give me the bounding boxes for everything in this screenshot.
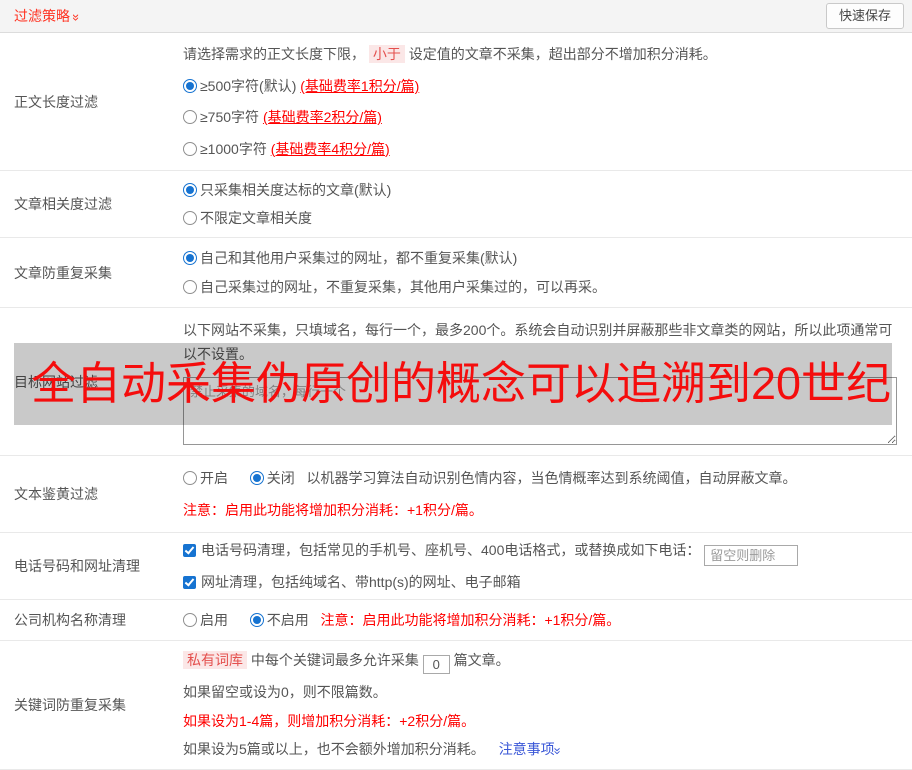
keyword-dedup-line3: 如果设为1-4篇，则增加积分消耗：+2积分/篇。 bbox=[183, 712, 476, 729]
line1-suffix: 篇文章。 bbox=[453, 651, 510, 668]
keyword-dedup-label: 关键词防重复采集 bbox=[14, 697, 126, 713]
checkbox-url-clean[interactable] bbox=[183, 576, 196, 590]
option-label: 自己和其他用户采集过的网址，都不重复采集(默认) bbox=[200, 249, 518, 266]
filter-strategy-header: 过滤策略» 快速保存 bbox=[0, 0, 912, 33]
option-label: ≥500字符(默认) bbox=[200, 77, 297, 94]
radio-1000-chars[interactable] bbox=[183, 141, 197, 156]
company-clean-label: 公司机构名称清理 bbox=[14, 612, 126, 628]
porn-filter-description: 以机器学习算法自动识别色情内容，当色情概率达到系统阈值，自动屏蔽文章。 bbox=[306, 470, 797, 486]
length-filter-label: 正文长度过滤 bbox=[14, 93, 98, 110]
quick-save-button[interactable]: 快速保存 bbox=[825, 3, 904, 29]
row-site-filter: 目标网站过滤 以下网站不采集，只填域名，每行一个，最多200个。系统会自动识别并… bbox=[0, 308, 912, 456]
private-thesaurus-link[interactable]: 私有词库 bbox=[183, 650, 247, 669]
max-articles-input[interactable] bbox=[422, 654, 450, 674]
option-label: ≥1000字符 bbox=[200, 140, 267, 157]
option-label: 只采集相关度达标的文章(默认) bbox=[200, 181, 392, 198]
porn-filter-options: 开启 关闭 以机器学习算法自动识别色情内容，当色情概率达到系统阈值，自动屏蔽文章… bbox=[183, 468, 896, 488]
page-title: 过滤策略 bbox=[14, 8, 70, 24]
notes-link[interactable]: 注意事项» bbox=[498, 741, 566, 758]
relevance-option-strict: 只采集相关度达标的文章(默认) bbox=[183, 180, 896, 200]
length-filter-intro: 请选择需求的正文长度下限， 小于 设定值的文章不采集，超出部分不增加积分消耗。 bbox=[183, 44, 896, 64]
keyword-dedup-line2: 如果留空或设为0，则不限篇数。 bbox=[183, 684, 387, 701]
option-label: 关闭 bbox=[266, 470, 295, 486]
less-than-highlight: 小于 bbox=[368, 45, 405, 64]
option-label: 不限定文章相关度 bbox=[200, 210, 312, 227]
radio-porn-on[interactable] bbox=[183, 471, 197, 485]
keyword-dedup-line4: 如果设为5篇或以上，也不会额外增加积分消耗。 注意事项» bbox=[183, 739, 896, 760]
company-clean-options: 启用 不启用 注意：启用此功能将增加积分消耗：+1积分/篇。 bbox=[183, 610, 896, 630]
option-label: 开启 bbox=[200, 470, 228, 486]
line4-text: 如果设为5篇或以上，也不会额外增加积分消耗。 bbox=[183, 741, 485, 758]
porn-filter-note: 注意：启用此功能将增加积分消耗：+1积分/篇。 bbox=[183, 502, 483, 518]
option-label: ≥750字符 bbox=[200, 109, 260, 126]
replace-phone-input[interactable] bbox=[704, 544, 799, 566]
row-dedup-filter: 文章防重复采集 自己和其他用户采集过的网址，都不重复采集(默认) 自己采集过的网… bbox=[0, 238, 912, 308]
keyword-dedup-line1: 私有词库 中每个关键词最多允许采集 篇文章。 bbox=[183, 650, 896, 674]
row-length-filter: 正文长度过滤 请选择需求的正文长度下限， 小于 设定值的文章不采集，超出部分不增… bbox=[0, 33, 912, 171]
blocked-domains-textarea[interactable] bbox=[183, 376, 897, 445]
row-company-clean: 公司机构名称清理 启用 不启用 注意：启用此功能将增加积分消耗：+1积分/篇。 bbox=[0, 600, 912, 641]
dedup-option-global: 自己和其他用户采集过的网址，都不重复采集(默认) bbox=[183, 248, 896, 268]
url-clean-option: 网址清理，包括纯域名、带http(s)的网址、电子邮箱 bbox=[183, 572, 896, 592]
notes-chevron-icon: » bbox=[550, 747, 566, 753]
option-label: 网址清理，包括纯域名、带http(s)的网址、电子邮箱 bbox=[201, 574, 521, 591]
radio-relevance-any[interactable] bbox=[183, 211, 197, 226]
fee-note: (基础费率2积分/篇) bbox=[262, 109, 382, 126]
radio-company-off[interactable] bbox=[249, 613, 264, 627]
option-label: 不启用 bbox=[266, 612, 309, 628]
company-clean-note: 注意：启用此功能将增加积分消耗：+1积分/篇。 bbox=[320, 612, 621, 628]
porn-filter-label: 文本鉴黄过滤 bbox=[14, 486, 98, 502]
radio-750-chars[interactable] bbox=[183, 110, 197, 125]
filter-strategy-toggle[interactable]: 过滤策略» bbox=[14, 6, 84, 26]
site-filter-description: 以下网站不采集，只填域名，每行一个，最多200个。系统会自动识别并屏蔽那些非文章… bbox=[183, 322, 893, 363]
relevance-option-any: 不限定文章相关度 bbox=[183, 208, 896, 228]
fee-note: (基础费率4积分/篇) bbox=[270, 140, 390, 157]
radio-relevance-strict[interactable] bbox=[183, 182, 197, 197]
option-label: 启用 bbox=[200, 612, 228, 628]
dedup-option-self: 自己采集过的网址，不重复采集，其他用户采集过的，可以再采。 bbox=[183, 277, 896, 297]
row-relevance-filter: 文章相关度过滤 只采集相关度达标的文章(默认) 不限定文章相关度 bbox=[0, 171, 912, 238]
phone-url-clean-label: 电话号码和网址清理 bbox=[14, 558, 140, 574]
row-porn-filter: 文本鉴黄过滤 开启 关闭 以机器学习算法自动识别色情内容，当色情概率达到系统阈值… bbox=[0, 456, 912, 533]
notes-link-label: 注意事项 bbox=[498, 741, 555, 758]
checkbox-phone-clean[interactable] bbox=[183, 543, 196, 557]
radio-porn-off[interactable] bbox=[249, 471, 264, 485]
option-label: 自己采集过的网址，不重复采集，其他用户采集过的，可以再采。 bbox=[200, 279, 606, 296]
radio-dedup-global[interactable] bbox=[183, 250, 197, 265]
line1-text: 中每个关键词最多允许采集 bbox=[250, 651, 419, 668]
length-option-750: ≥750字符 (基础费率2积分/篇) bbox=[183, 107, 896, 127]
intro-suffix: 设定值的文章不采集，超出部分不增加积分消耗。 bbox=[408, 46, 717, 63]
collapse-chevron-icon: » bbox=[69, 13, 85, 20]
length-option-1000: ≥1000字符 (基础费率4积分/篇) bbox=[183, 139, 896, 159]
site-filter-label: 目标网站过滤 bbox=[14, 373, 98, 390]
radio-500-chars[interactable] bbox=[183, 78, 197, 93]
relevance-filter-label: 文章相关度过滤 bbox=[14, 196, 112, 212]
length-option-500: ≥500字符(默认) (基础费率1积分/篇) bbox=[183, 76, 896, 96]
option-label: 电话号码清理，包括常见的手机号、座机号、400电话格式，或替换成如下电话： bbox=[201, 541, 701, 558]
fee-note: (基础费率1积分/篇) bbox=[300, 77, 420, 94]
row-phone-url-clean: 电话号码和网址清理 电话号码清理，包括常见的手机号、座机号、400电话格式，或替… bbox=[0, 533, 912, 600]
dedup-filter-label: 文章防重复采集 bbox=[14, 264, 112, 281]
intro-prefix: 请选择需求的正文长度下限， bbox=[183, 46, 365, 63]
phone-clean-option: 电话号码清理，包括常见的手机号、座机号、400电话格式，或替换成如下电话： bbox=[183, 540, 896, 566]
radio-company-on[interactable] bbox=[183, 613, 197, 627]
radio-dedup-self[interactable] bbox=[183, 280, 197, 295]
row-keyword-dedup: 关键词防重复采集 私有词库 中每个关键词最多允许采集 篇文章。 如果留空或设为0… bbox=[0, 641, 912, 770]
